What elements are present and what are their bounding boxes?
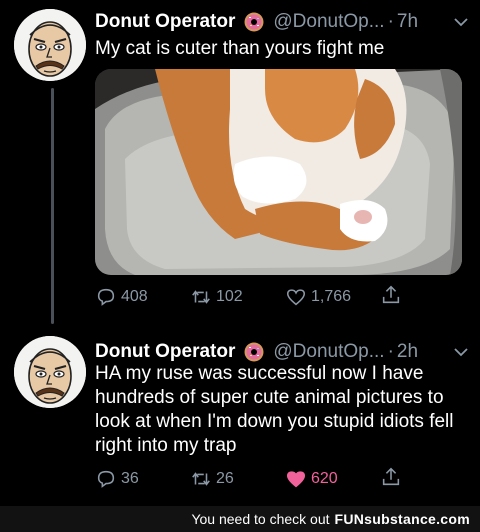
share-button[interactable]: [380, 284, 402, 311]
like-icon: [286, 471, 306, 488]
chevron-down-icon[interactable]: [452, 13, 470, 31]
retweet-count: 102: [216, 288, 243, 305]
avatar[interactable]: [14, 336, 86, 408]
separator-dot: ·: [387, 341, 394, 362]
handle[interactable]: @DonutOp...: [273, 341, 384, 363]
display-name[interactable]: Donut Operator: [95, 341, 235, 363]
tweet-actions: 36 26 620: [95, 467, 420, 491]
tweet[interactable]: Donut Operator @DonutOp... · 7h My cat i…: [0, 0, 480, 318]
timestamp[interactable]: 7h: [397, 11, 418, 33]
tweet-text: My cat is cuter than yours fight me: [95, 38, 385, 59]
timestamp[interactable]: 2h: [397, 341, 418, 363]
donut-icon: [243, 341, 265, 363]
tweet[interactable]: Donut Operator @DonutOp... · 2h HA my ru…: [0, 330, 480, 506]
donut-icon: [243, 11, 265, 33]
like-count: 1,766: [311, 288, 352, 305]
handle[interactable]: @DonutOp...: [273, 11, 384, 33]
footer-brand[interactable]: FUNsubstance.com: [335, 511, 471, 527]
separator-dot: ·: [387, 11, 394, 32]
share-button[interactable]: [380, 466, 402, 493]
chevron-down-icon[interactable]: [452, 343, 470, 361]
footer-message: You need to check out: [191, 511, 330, 527]
reply-icon: [97, 470, 115, 488]
share-icon: [382, 467, 400, 485]
tweet-media-cat-photo[interactable]: [95, 69, 462, 275]
reply-button[interactable]: 36: [95, 468, 190, 490]
avatar-face-icon: [14, 336, 86, 408]
like-count: 620: [311, 470, 338, 487]
reply-button[interactable]: 408: [95, 286, 190, 308]
reply-icon: [97, 288, 115, 306]
tweet-text: HA my ruse was successful now I have hun…: [95, 363, 454, 456]
tweet-header: Donut Operator @DonutOp... · 7h: [95, 9, 470, 35]
retweet-icon: [192, 290, 210, 304]
reply-count: 408: [121, 288, 148, 305]
share-icon: [382, 285, 400, 303]
retweet-icon: [192, 472, 210, 486]
display-name[interactable]: Donut Operator: [95, 11, 235, 33]
avatar[interactable]: [14, 9, 86, 81]
watermark-footer: You need to check out FUNsubstance.com: [0, 506, 480, 532]
retweet-button[interactable]: 26: [190, 468, 285, 490]
like-button[interactable]: 620: [285, 468, 380, 490]
avatar-face-icon: [14, 9, 86, 81]
reply-count: 36: [121, 470, 139, 487]
like-icon: [286, 289, 306, 306]
retweet-button[interactable]: 102: [190, 286, 285, 308]
cat-photo-image: [95, 69, 462, 275]
retweet-count: 26: [216, 470, 234, 487]
tweet-actions: 408 102 1,766: [95, 285, 420, 309]
like-button[interactable]: 1,766: [285, 286, 380, 308]
